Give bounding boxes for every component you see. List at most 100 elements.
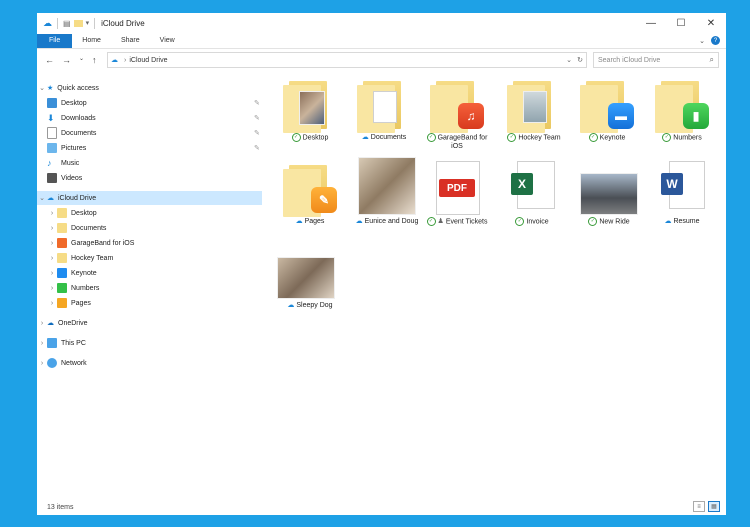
nav-onedrive[interactable]: › ☁ OneDrive bbox=[37, 316, 88, 330]
chevron-right-icon[interactable]: › bbox=[37, 360, 47, 367]
file-tile-new-ride[interactable]: ✓ New Ride bbox=[574, 157, 644, 226]
chevron-right-icon[interactable]: › bbox=[47, 240, 57, 247]
status-item-count: 13 items bbox=[47, 504, 74, 511]
chevron-right-icon[interactable]: › bbox=[47, 300, 57, 307]
computer-icon bbox=[47, 338, 57, 348]
file-tile-resume[interactable]: W ☁ Resume bbox=[647, 157, 717, 226]
tab-view[interactable]: View bbox=[150, 34, 185, 48]
chevron-right-icon[interactable]: › bbox=[124, 57, 126, 64]
folder-icon bbox=[57, 223, 67, 233]
search-input[interactable]: Search iCloud Drive ⌕ bbox=[593, 52, 719, 68]
nav-this-pc[interactable]: › This PC bbox=[37, 336, 86, 350]
folder-icon bbox=[57, 208, 67, 218]
tab-file[interactable]: File bbox=[37, 34, 73, 48]
file-tile-documents[interactable]: ☁ Documents bbox=[349, 73, 419, 142]
synced-check-icon: ✓ bbox=[515, 217, 525, 226]
chevron-right-icon[interactable]: › bbox=[47, 210, 57, 217]
expand-ribbon-icon[interactable]: ⌄ bbox=[699, 37, 705, 45]
up-arrow-icon[interactable]: ↑ bbox=[92, 55, 97, 65]
properties-icon[interactable]: ▤ bbox=[63, 19, 71, 28]
nav-icloud-garageband[interactable]: › GarageBand for iOS bbox=[47, 236, 134, 250]
photo-thumbnail bbox=[523, 91, 547, 123]
chevron-down-icon[interactable]: ⌄ bbox=[566, 56, 572, 64]
nav-icloud-desktop[interactable]: › Desktop bbox=[47, 206, 97, 220]
downloads-icon: ⬇ bbox=[47, 113, 55, 123]
documents-icon bbox=[47, 127, 57, 139]
nav-network[interactable]: › Network bbox=[37, 356, 87, 370]
numbers-icon bbox=[57, 283, 67, 293]
nav-icloud-keynote[interactable]: › Keynote bbox=[47, 266, 97, 280]
recent-dropdown-icon[interactable]: ⌄ bbox=[79, 55, 84, 65]
chevron-right-icon[interactable]: › bbox=[47, 225, 57, 232]
customize-qa-icon[interactable]: ▾ bbox=[86, 19, 90, 27]
synced-check-icon: ✓ bbox=[507, 133, 517, 142]
back-arrow-icon[interactable]: ← bbox=[45, 55, 54, 65]
nav-item-videos[interactable]: Videos bbox=[47, 171, 262, 185]
breadcrumb[interactable]: iCloud Drive bbox=[129, 57, 167, 64]
file-tile-garageband[interactable]: ♫ ✓ GarageBand for iOS bbox=[422, 73, 492, 151]
nav-quick-access[interactable]: ⌄ ★ Quick access bbox=[37, 81, 262, 95]
chevron-right-icon[interactable]: › bbox=[47, 270, 57, 277]
synced-check-icon: ✓ bbox=[291, 133, 301, 142]
chevron-right-icon[interactable]: › bbox=[47, 285, 57, 292]
nav-item-downloads[interactable]: ⬇ Downloads ✎ bbox=[47, 111, 262, 125]
nav-icloud-hockey-team[interactable]: › Hockey Team bbox=[47, 251, 113, 265]
nav-item-desktop[interactable]: Desktop ✎ bbox=[47, 96, 262, 110]
nav-item-documents[interactable]: Documents ✎ bbox=[47, 126, 262, 140]
chevron-right-icon[interactable]: › bbox=[37, 340, 47, 347]
photo-thumbnail bbox=[277, 257, 335, 299]
pin-icon: ✎ bbox=[254, 100, 260, 107]
tab-home[interactable]: Home bbox=[72, 34, 111, 48]
close-button[interactable]: ✕ bbox=[696, 13, 726, 33]
file-tile-event-tickets[interactable]: PDF ✓ ♟ Event Tickets bbox=[422, 157, 492, 226]
file-tile-desktop[interactable]: ✓ Desktop bbox=[275, 73, 345, 142]
nav-icloud-numbers[interactable]: › Numbers bbox=[47, 281, 99, 295]
nav-item-music[interactable]: ♪ Music bbox=[47, 156, 262, 170]
large-icons-view-icon[interactable]: ▦ bbox=[708, 501, 720, 512]
file-tile-sleepy-dog[interactable]: ☁ Sleepy Dog bbox=[275, 241, 345, 310]
chevron-down-icon[interactable]: ⌄ bbox=[37, 194, 47, 202]
ribbon-tabs: File Home Share View ⌄ ? bbox=[37, 34, 726, 49]
chevron-down-icon[interactable]: ⌄ bbox=[37, 84, 47, 92]
refresh-icon[interactable]: ↻ bbox=[577, 56, 583, 64]
minimize-button[interactable]: — bbox=[636, 13, 666, 33]
chevron-right-icon[interactable]: › bbox=[47, 255, 57, 262]
onedrive-cloud-icon: ☁ bbox=[47, 320, 54, 327]
keynote-icon bbox=[57, 268, 67, 278]
details-view-icon[interactable]: ≡ bbox=[693, 501, 705, 512]
help-icon[interactable]: ? bbox=[711, 36, 720, 45]
file-tile-keynote[interactable]: ▬ ✓ Keynote bbox=[572, 73, 642, 142]
pin-icon: ✎ bbox=[254, 130, 260, 137]
network-icon bbox=[47, 358, 57, 368]
file-tile-invoice[interactable]: X ✓ Invoice bbox=[497, 157, 567, 226]
garageband-icon bbox=[57, 238, 67, 248]
cloud-icon: ☁ bbox=[111, 57, 118, 64]
cloud-app-icon: ☁ bbox=[43, 17, 52, 28]
window-title: iCloud Drive bbox=[101, 18, 145, 28]
nav-item-pictures[interactable]: Pictures ✎ bbox=[47, 141, 262, 155]
file-tile-eunice-and-doug[interactable]: ☁ Eunice and Doug bbox=[352, 157, 422, 226]
photo-thumbnail bbox=[299, 91, 325, 125]
tab-share[interactable]: Share bbox=[111, 34, 150, 48]
file-tile-hockey-team[interactable]: ✓ Hockey Team bbox=[499, 73, 569, 142]
synced-check-icon: ✓ bbox=[662, 133, 672, 142]
address-bar[interactable]: ☁ › iCloud Drive ⌄ ↻ bbox=[107, 52, 587, 68]
file-name: Keynote bbox=[599, 134, 626, 142]
file-name: Eunice and Doug bbox=[364, 218, 419, 225]
file-name: Desktop bbox=[302, 134, 329, 142]
file-tile-numbers[interactable]: ▮ ✓ Numbers bbox=[647, 73, 717, 142]
pictures-icon bbox=[47, 143, 57, 153]
synced-check-icon: ✓ bbox=[588, 217, 598, 226]
nav-icloud-documents[interactable]: › Documents bbox=[47, 221, 106, 235]
file-tile-pages[interactable]: ✎ ☁ Pages bbox=[275, 157, 345, 226]
chevron-right-icon[interactable]: › bbox=[37, 320, 47, 327]
new-folder-icon[interactable] bbox=[73, 19, 83, 27]
file-name: Numbers bbox=[673, 134, 702, 142]
shared-icon: ♟ bbox=[437, 218, 444, 226]
excel-icon: X bbox=[511, 173, 533, 195]
forward-arrow-icon[interactable]: → bbox=[62, 55, 71, 65]
nav-icloud-pages[interactable]: › Pages bbox=[47, 296, 91, 310]
maximize-button[interactable]: ☐ bbox=[666, 13, 696, 33]
nav-icloud-drive[interactable]: ⌄ ☁ iCloud Drive bbox=[37, 191, 262, 205]
pin-icon: ✎ bbox=[254, 145, 260, 152]
